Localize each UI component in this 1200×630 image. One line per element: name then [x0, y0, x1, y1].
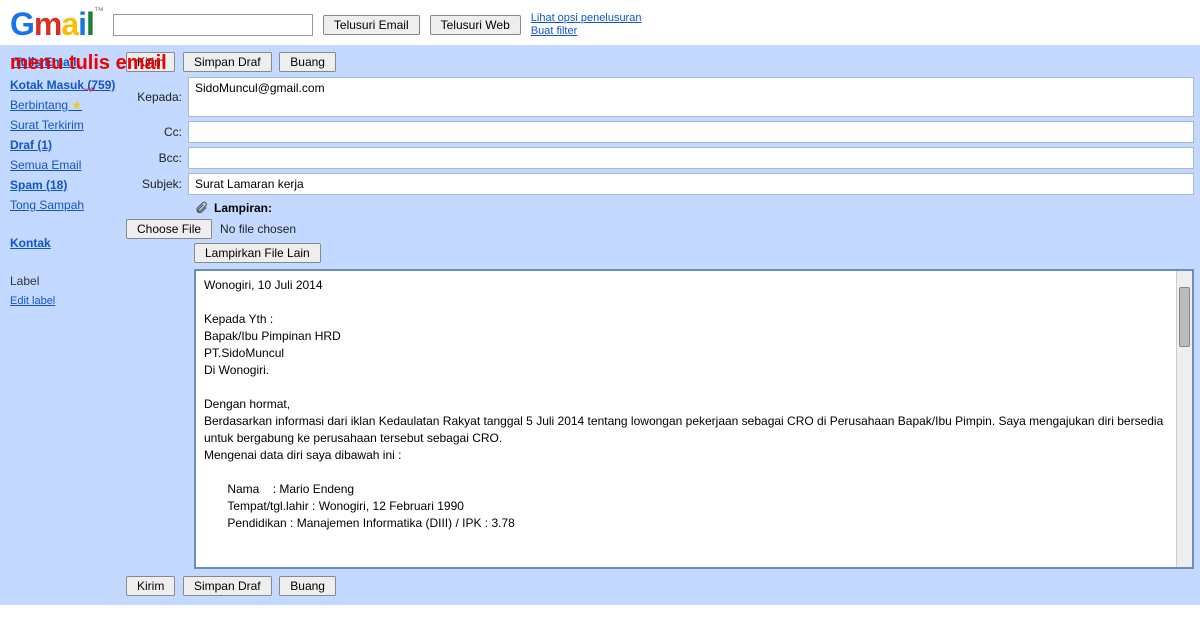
annotation-arrow-icon: → [80, 76, 98, 97]
sidebar-starred[interactable]: Berbintang ★ [10, 95, 120, 115]
scroll-thumb[interactable] [1179, 287, 1190, 347]
send-button-bottom[interactable]: Kirim [126, 576, 175, 596]
message-body[interactable]: Wonogiri, 10 Juli 2014 Kepada Yth : Bapa… [196, 271, 1176, 567]
discard-button[interactable]: Buang [279, 52, 336, 72]
bottom-toolbar: Kirim Simpan Draf Buang [126, 573, 1194, 601]
top-toolbar: Kirim Simpan Draf Buang [126, 49, 1194, 77]
bcc-field[interactable] [188, 147, 1194, 169]
cc-label: Cc: [126, 125, 188, 139]
search-email-button[interactable]: Telusuri Email [323, 15, 420, 35]
choose-file-button[interactable]: Choose File [126, 219, 212, 239]
sidebar-all[interactable]: Semua Email [10, 155, 120, 175]
to-field[interactable]: SidoMuncul@gmail.com [188, 77, 1194, 117]
save-draft-button-bottom[interactable]: Simpan Draf [183, 576, 272, 596]
sidebar-spam[interactable]: Spam (18) [10, 175, 120, 195]
annotation-label: menu tulis email [10, 52, 167, 75]
compose-pane: Kirim Simpan Draf Buang Kepada: SidoMunc… [120, 45, 1200, 605]
attach-more-button[interactable]: Lampirkan File Lain [194, 243, 321, 263]
sidebar-contacts[interactable]: Kontak [10, 233, 120, 253]
paperclip-icon [194, 201, 208, 215]
gmail-logo: Gmail™ [10, 6, 103, 43]
header: Gmail™ Telusuri Email Telusuri Web Lihat… [0, 0, 1200, 45]
star-icon: ★ [71, 98, 82, 112]
file-status: No file chosen [220, 222, 296, 236]
header-links: Lihat opsi penelusuran Buat filter [531, 12, 642, 38]
save-draft-button[interactable]: Simpan Draf [183, 52, 272, 72]
attachment-label: Lampiran: [214, 201, 272, 215]
discard-button-bottom[interactable]: Buang [279, 576, 336, 596]
subject-label: Subjek: [126, 177, 188, 191]
sidebar-inbox[interactable]: Kotak Masuk (759) [10, 75, 120, 95]
edit-label-link[interactable]: Edit label [10, 291, 120, 311]
message-body-container: Wonogiri, 10 Juli 2014 Kepada Yth : Bapa… [194, 269, 1194, 569]
search-input[interactable] [113, 14, 313, 36]
scrollbar[interactable] [1176, 271, 1192, 567]
search-web-button[interactable]: Telusuri Web [430, 15, 521, 35]
search-options-link[interactable]: Lihat opsi penelusuran [531, 12, 642, 25]
subject-field[interactable] [188, 173, 1194, 195]
cc-field[interactable] [188, 121, 1194, 143]
sidebar: Tulis Email Kotak Masuk (759) Berbintang… [0, 45, 120, 605]
sidebar-sent[interactable]: Surat Terkirim [10, 115, 120, 135]
bcc-label: Bcc: [126, 151, 188, 165]
create-filter-link[interactable]: Buat filter [531, 25, 642, 38]
to-label: Kepada: [126, 90, 188, 104]
labels-header: Label [10, 274, 39, 288]
sidebar-drafts[interactable]: Draf (1) [10, 135, 120, 155]
sidebar-trash[interactable]: Tong Sampah [10, 195, 120, 215]
